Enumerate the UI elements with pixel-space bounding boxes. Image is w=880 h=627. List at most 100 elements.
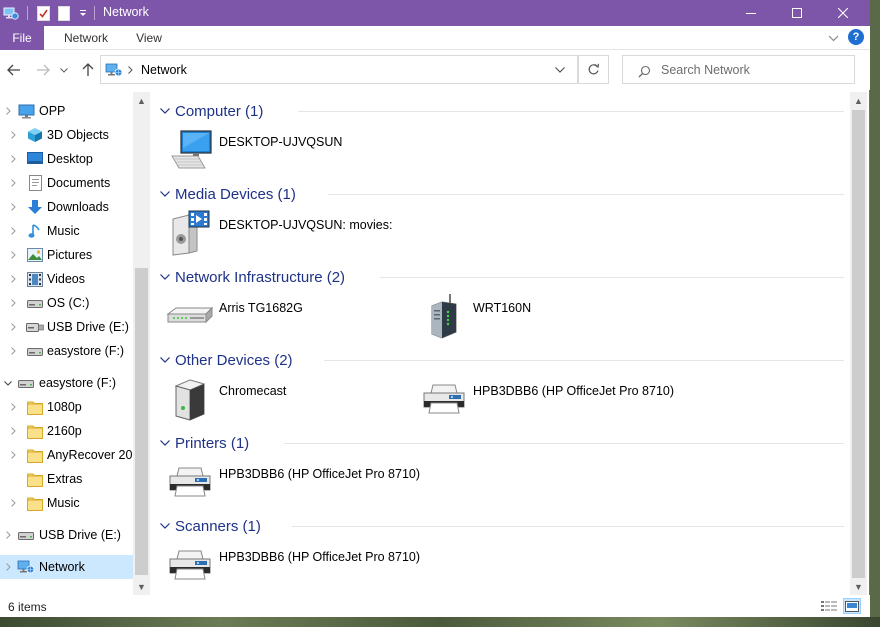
nav-item[interactable]: AnyRecover 2021 xyxy=(0,443,133,467)
chevron-right-icon[interactable] xyxy=(3,523,13,547)
content-scrollbar[interactable]: ▲ ▼ xyxy=(850,92,867,595)
chevron-right-icon[interactable] xyxy=(8,395,18,419)
search-box[interactable] xyxy=(622,55,855,84)
scrollbar-thumb[interactable] xyxy=(852,110,865,578)
nav-item[interactable]: easystore (F:) xyxy=(0,339,133,363)
help-icon[interactable]: ? xyxy=(848,29,864,45)
refresh-button[interactable] xyxy=(578,55,609,84)
group-header[interactable]: Media Devices (1) xyxy=(158,183,296,205)
scroll-down-arrow-icon[interactable]: ▼ xyxy=(133,578,150,595)
nav-item-label: OPP xyxy=(39,104,66,118)
chevron-right-icon[interactable] xyxy=(8,291,18,315)
search-input[interactable] xyxy=(661,61,846,79)
nav-item[interactable]: 3D Objects xyxy=(0,123,133,147)
details-view-button[interactable] xyxy=(820,598,838,614)
properties-icon[interactable] xyxy=(35,4,51,22)
chevron-right-icon[interactable] xyxy=(8,491,18,515)
tab-network[interactable]: Network xyxy=(52,26,120,50)
chevron-down-icon[interactable] xyxy=(3,371,13,395)
chevron-right-icon[interactable] xyxy=(8,419,18,443)
network-device[interactable]: HPB3DBB6 (HP OfficeJet Pro 8710) xyxy=(166,541,420,589)
network-device[interactable]: DESKTOP-UJVQSUN: movies: xyxy=(166,209,392,257)
tab-view[interactable]: View xyxy=(124,26,174,50)
breadcrumb-chevron-icon[interactable] xyxy=(126,65,134,75)
scroll-up-arrow-icon[interactable]: ▲ xyxy=(850,92,867,109)
address-history-dropdown-icon[interactable] xyxy=(553,65,567,75)
scroll-up-arrow-icon[interactable]: ▲ xyxy=(133,92,150,109)
tab-file[interactable]: File xyxy=(0,26,44,50)
nav-item[interactable]: OS (C:) xyxy=(0,291,133,315)
nav-item[interactable]: Network xyxy=(0,555,133,579)
quick-access-toolbar xyxy=(2,3,95,23)
group-header[interactable]: Printers (1) xyxy=(158,432,249,454)
nav-item[interactable]: easystore (F:) xyxy=(0,371,133,395)
chevron-right-icon[interactable] xyxy=(8,339,18,363)
chevron-right-icon[interactable] xyxy=(8,443,18,467)
nav-item[interactable]: 2160p xyxy=(0,419,133,443)
group-header[interactable]: Computer (1) xyxy=(158,100,263,122)
chevron-right-icon[interactable] xyxy=(8,171,18,195)
chevron-right-icon[interactable] xyxy=(8,243,18,267)
nav-item[interactable]: Videos xyxy=(0,267,133,291)
maximize-button[interactable] xyxy=(774,0,820,26)
chevron-down-icon[interactable] xyxy=(158,274,172,280)
nav-item[interactable]: Documents xyxy=(0,171,133,195)
chevron-right-icon[interactable] xyxy=(8,219,18,243)
forward-button[interactable] xyxy=(33,60,53,80)
large-icons-view-button[interactable] xyxy=(843,598,861,614)
status-bar: 6 items xyxy=(0,595,870,617)
back-button[interactable] xyxy=(4,60,24,80)
chevron-down-icon[interactable] xyxy=(158,523,172,529)
nav-item[interactable]: USB Drive (E:) xyxy=(0,315,133,339)
chevron-down-icon[interactable] xyxy=(158,440,172,446)
chevron-down-icon[interactable] xyxy=(158,357,172,363)
chevron-right-icon[interactable] xyxy=(3,99,13,123)
network-icon[interactable] xyxy=(2,4,20,22)
close-button[interactable] xyxy=(820,0,866,26)
address-bar[interactable]: Network xyxy=(100,55,578,84)
chevron-down-icon[interactable] xyxy=(158,191,172,197)
group-divider xyxy=(328,194,844,195)
group-header[interactable]: Scanners (1) xyxy=(158,515,261,537)
nav-item[interactable]: Extras xyxy=(0,467,133,491)
nav-item[interactable]: Downloads xyxy=(0,195,133,219)
network-device[interactable]: Chromecast xyxy=(166,375,286,423)
chevron-right-icon[interactable] xyxy=(8,195,18,219)
breadcrumb-network[interactable]: Network xyxy=(141,63,187,77)
nav-item[interactable]: OPP xyxy=(0,99,133,123)
chevron-right-icon[interactable] xyxy=(8,147,18,171)
recent-locations-button[interactable] xyxy=(57,60,71,80)
up-button[interactable] xyxy=(78,60,98,80)
group-header[interactable]: Network Infrastructure (2) xyxy=(158,266,345,288)
expand-ribbon-icon[interactable] xyxy=(826,31,840,45)
nav-item-label: 3D Objects xyxy=(47,128,109,142)
details-view-icon xyxy=(821,601,837,611)
nav-item[interactable]: Pictures xyxy=(0,243,133,267)
nav-pane-scrollbar[interactable]: ▲ ▼ xyxy=(133,92,150,595)
nav-item[interactable]: 1080p xyxy=(0,395,133,419)
device-label: HPB3DBB6 (HP OfficeJet Pro 8710) xyxy=(219,467,421,481)
nav-item[interactable]: Desktop xyxy=(0,147,133,171)
nav-item-label: USB Drive (E:) xyxy=(39,528,121,542)
chevron-down-icon[interactable] xyxy=(158,108,172,114)
network-device[interactable]: HPB3DBB6 (HP OfficeJet Pro 8710) xyxy=(166,458,420,506)
chevron-right-icon[interactable] xyxy=(8,267,18,291)
nav-item[interactable]: Music xyxy=(0,219,133,243)
group-header[interactable]: Other Devices (2) xyxy=(158,349,293,371)
scroll-down-arrow-icon[interactable]: ▼ xyxy=(850,578,867,595)
network-device[interactable]: DESKTOP-UJVQSUN xyxy=(166,126,342,174)
network-device[interactable]: Arris TG1682G xyxy=(166,292,303,340)
nav-item[interactable]: USB Drive (E:) xyxy=(0,523,133,547)
document-icon xyxy=(26,174,44,192)
chevron-right-icon[interactable] xyxy=(3,555,13,579)
new-folder-icon[interactable] xyxy=(56,4,72,22)
scrollbar-thumb[interactable] xyxy=(135,268,148,575)
nav-item[interactable]: Music xyxy=(0,491,133,515)
network-device[interactable]: HPB3DBB6 (HP OfficeJet Pro 8710) xyxy=(420,375,674,423)
chevron-right-icon[interactable] xyxy=(8,123,18,147)
chevron-right-icon[interactable] xyxy=(8,315,18,339)
network-device[interactable]: WRT160N xyxy=(420,292,531,340)
minimize-button[interactable] xyxy=(728,0,774,26)
computer-icon xyxy=(166,126,214,174)
customize-toolbar-icon[interactable] xyxy=(77,4,89,22)
